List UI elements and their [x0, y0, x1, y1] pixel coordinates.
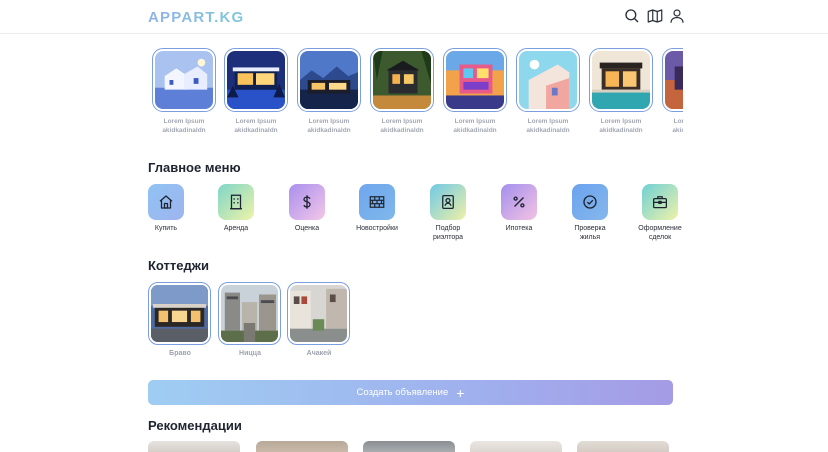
create-listing-label: Создать объявление: [356, 387, 449, 398]
story-image: [519, 51, 577, 109]
story-image: [592, 51, 650, 109]
menu-label: Новостройки: [356, 225, 398, 232]
menu-item-mortgage[interactable]: Ипотека: [484, 184, 554, 233]
create-listing-button[interactable]: Создать объявление +: [148, 380, 673, 405]
story-title: Lorem Ipsum: [308, 118, 350, 125]
recommendation-card[interactable]: [363, 441, 455, 452]
brick-wall-icon[interactable]: [359, 184, 395, 220]
cottage-thumbnail[interactable]: [148, 282, 211, 345]
recommendation-card[interactable]: [577, 441, 669, 452]
cottage-item[interactable]: Ачакей: [287, 282, 351, 357]
menu-item-housing-check[interactable]: Проверка жилья: [555, 184, 625, 242]
menu-item-buy[interactable]: Купить: [131, 184, 201, 233]
story-item[interactable]: Lorem Ipsum akidkadinaldn: [443, 48, 507, 135]
story-image: [300, 51, 358, 109]
story-title: Lorem Ipsum: [600, 118, 642, 125]
story-item[interactable]: Lorem Ipsum akidkadinaldn: [370, 48, 434, 135]
building-icon[interactable]: [218, 184, 254, 220]
story-item[interactable]: Lorem Ipsum akidkadinaldn: [662, 48, 683, 135]
id-card-icon[interactable]: [430, 184, 466, 220]
cottage-label: Браво: [169, 350, 191, 357]
menu-item-new-buildings[interactable]: Новостройки: [342, 184, 412, 233]
story-subtitle: akidkadinaldn: [380, 127, 424, 134]
cottage-item[interactable]: Ницца: [218, 282, 282, 357]
story-item[interactable]: Lorem Ipsum akidkadinaldn: [589, 48, 653, 135]
cottage-image: [151, 285, 208, 342]
recommendation-card[interactable]: [470, 441, 562, 452]
story-image: [155, 51, 213, 109]
story-subtitle: akidkadinaldn: [307, 127, 351, 134]
cottage-image: [290, 285, 347, 342]
stories-carousel[interactable]: Lorem Ipsum akidkadinaldn Lorem Ipsum ak…: [148, 48, 683, 140]
story-thumbnail[interactable]: [589, 48, 653, 112]
plus-icon: +: [456, 384, 465, 401]
story-item[interactable]: Lorem Ipsum akidkadinaldn: [152, 48, 216, 135]
cottage-label: Ачакей: [306, 350, 332, 357]
dollar-icon[interactable]: [289, 184, 325, 220]
story-item[interactable]: Lorem Ipsum akidkadinaldn: [224, 48, 288, 135]
story-thumbnail[interactable]: [516, 48, 580, 112]
menu-item-rent[interactable]: Аренда: [201, 184, 271, 233]
story-item[interactable]: Lorem Ipsum akidkadinaldn: [297, 48, 361, 135]
menu-item-valuation[interactable]: Оценка: [272, 184, 342, 233]
map-icon[interactable]: [646, 7, 664, 25]
story-thumbnail[interactable]: [297, 48, 361, 112]
cottage-item[interactable]: Браво: [148, 282, 212, 357]
house-icon[interactable]: [148, 184, 184, 220]
story-image: [446, 51, 504, 109]
percent-icon[interactable]: [501, 184, 537, 220]
story-thumbnail[interactable]: [370, 48, 434, 112]
menu-label-line2: жилья: [579, 234, 601, 241]
story-image: [227, 51, 285, 109]
cottage-thumbnail[interactable]: [218, 282, 281, 345]
story-image: [373, 51, 431, 109]
story-title: Lorem Ipsum: [235, 118, 277, 125]
cottage-image: [221, 285, 278, 342]
story-subtitle: akidkadinaldn: [526, 127, 570, 134]
recommendation-card[interactable]: [256, 441, 348, 452]
app-header: APPART.KG: [0, 0, 828, 34]
story-title: Lorem Ipsum: [381, 118, 423, 125]
story-title: Lorem Ipsum: [527, 118, 569, 125]
briefcase-icon[interactable]: [642, 184, 678, 220]
user-icon[interactable]: [668, 7, 686, 25]
menu-item-deals[interactable]: Оформление сделок: [625, 184, 695, 242]
menu-label: Ипотека: [505, 225, 533, 232]
menu-label-line2: риэлтора: [432, 234, 464, 241]
story-title: Lorem Ipsum: [163, 118, 205, 125]
story-subtitle: akidkadinaldn: [599, 127, 643, 134]
story-title: Lorem Ipsum: [454, 118, 496, 125]
menu-label: Купить: [154, 225, 178, 232]
menu-label: Подбор: [435, 225, 461, 232]
search-icon[interactable]: [623, 7, 641, 25]
story-subtitle: akidkadinaldn: [672, 127, 683, 134]
story-item[interactable]: Lorem Ipsum akidkadinaldn: [516, 48, 580, 135]
cottages-title: Коттеджи: [148, 258, 209, 273]
recommendations-title: Рекомендации: [148, 418, 242, 433]
menu-label-line2: сделок: [648, 234, 672, 241]
story-subtitle: akidkadinaldn: [162, 127, 206, 134]
main-menu-title: Главное меню: [148, 160, 241, 175]
story-title: Lorem Ipsum: [673, 118, 683, 125]
story-subtitle: akidkadinaldn: [234, 127, 278, 134]
story-thumbnail[interactable]: [662, 48, 683, 112]
check-circle-icon[interactable]: [572, 184, 608, 220]
menu-label: Проверка: [574, 225, 606, 232]
menu-item-realtor[interactable]: Подбор риэлтора: [413, 184, 483, 242]
story-thumbnail[interactable]: [224, 48, 288, 112]
menu-label: Аренда: [223, 225, 249, 232]
story-subtitle: akidkadinaldn: [453, 127, 497, 134]
cottage-thumbnail[interactable]: [287, 282, 350, 345]
menu-label: Оценка: [294, 225, 320, 232]
cottage-label: Ницца: [239, 350, 261, 357]
menu-label: Оформление: [638, 225, 682, 232]
logo[interactable]: APPART.KG: [148, 9, 244, 26]
recommendation-card[interactable]: [148, 441, 240, 452]
story-thumbnail[interactable]: [152, 48, 216, 112]
story-thumbnail[interactable]: [443, 48, 507, 112]
story-image: [665, 51, 683, 109]
